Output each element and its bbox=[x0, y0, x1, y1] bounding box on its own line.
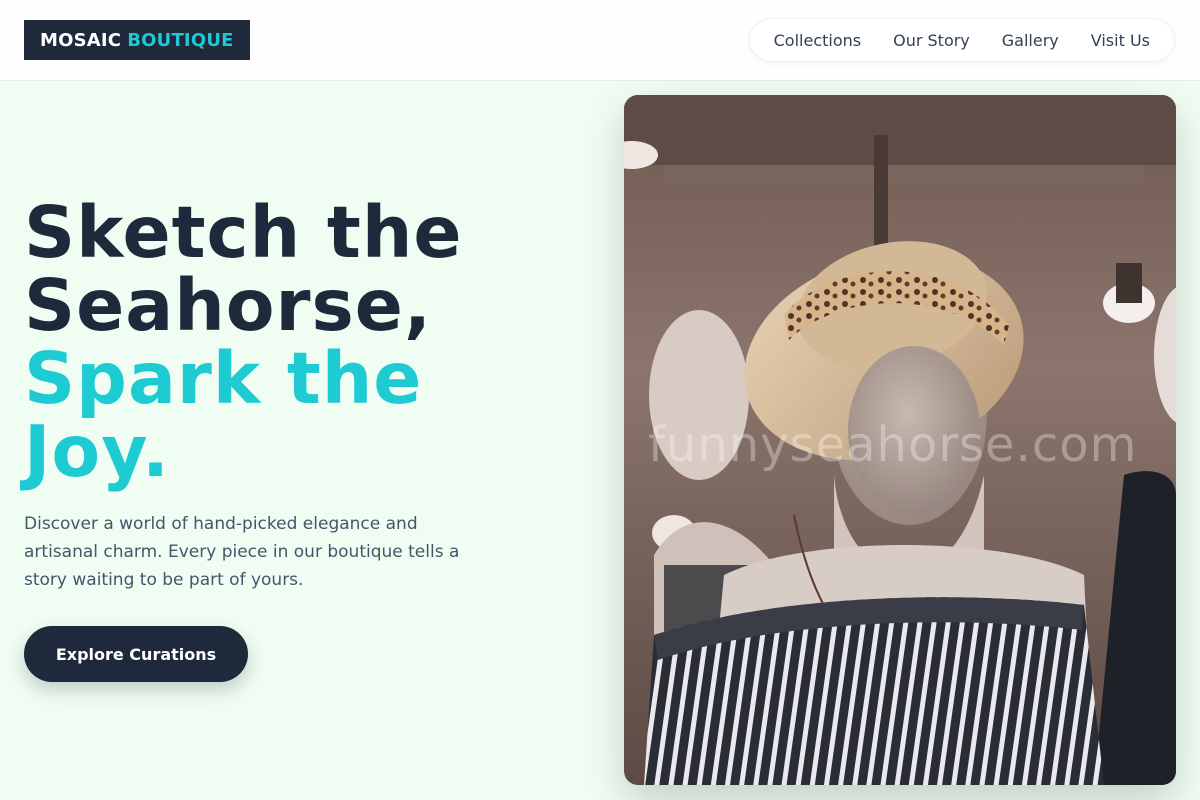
explore-curations-button[interactable]: Explore Curations bbox=[24, 626, 248, 682]
image-watermark: funnyseahorse.com bbox=[648, 417, 1138, 473]
hero-description: Discover a world of hand-picked elegance… bbox=[24, 514, 460, 590]
nav-item-collections[interactable]: Collections bbox=[758, 31, 877, 50]
nav-item-our-story[interactable]: Our Story bbox=[877, 31, 986, 50]
nav-item-visit-us[interactable]: Visit Us bbox=[1075, 31, 1166, 50]
nav-item-gallery[interactable]: Gallery bbox=[986, 31, 1075, 50]
hero-title-line1: Sketch the bbox=[24, 191, 463, 274]
hero-title-line4: Joy. bbox=[24, 410, 170, 493]
brand-name-accent: BOUTIQUE bbox=[127, 29, 234, 51]
hero-title-line3: Spark the bbox=[24, 337, 423, 420]
hero-title: Sketch the Seahorse, Spark the Joy. bbox=[24, 196, 463, 488]
site-header: MOSAIC BOUTIQUE Collections Our Story Ga… bbox=[0, 0, 1200, 81]
hero-title-line2: Seahorse, bbox=[24, 264, 432, 347]
hero-photo: funnyseahorse.com bbox=[624, 95, 1176, 785]
brand-logo[interactable]: MOSAIC BOUTIQUE bbox=[24, 20, 250, 60]
brand-name-primary: MOSAIC bbox=[40, 29, 122, 51]
main-nav: Collections Our Story Gallery Visit Us bbox=[748, 18, 1175, 62]
